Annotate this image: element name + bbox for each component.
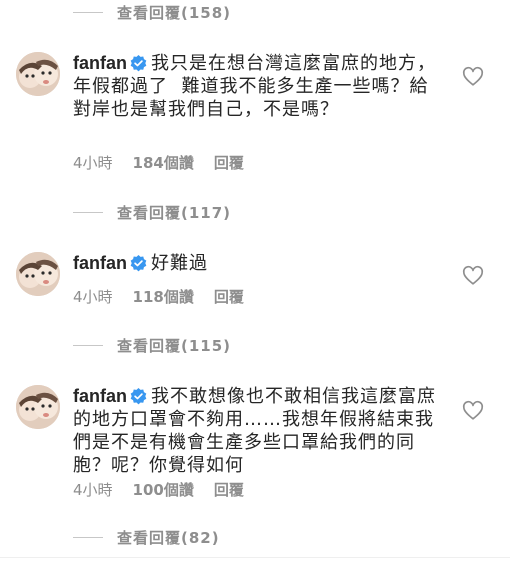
- heart-outline-icon[interactable]: [462, 66, 484, 88]
- comment-text: 我只是在想台灣這麼富庶的地方， 年假都過了 難道我不能多生產一些嗎？給對岸也是幫…: [73, 53, 436, 120]
- heart-outline-icon[interactable]: [462, 400, 484, 422]
- avatar[interactable]: [16, 252, 60, 296]
- view-replies-label[interactable]: 查看回覆(115): [117, 335, 231, 356]
- comment-text: 好難過: [151, 253, 208, 274]
- reply-line-divider: [73, 344, 103, 346]
- heart-outline-icon[interactable]: [462, 265, 484, 287]
- verified-badge-icon: [130, 255, 147, 272]
- comment-content: fanfan 好難過: [73, 252, 445, 275]
- likes-count[interactable]: 118個讚: [133, 286, 194, 307]
- reply-button[interactable]: 回覆: [214, 479, 244, 500]
- view-replies-label[interactable]: 查看回覆(158): [117, 2, 231, 23]
- username[interactable]: fanfan: [73, 253, 127, 273]
- verified-badge-icon: [130, 388, 147, 405]
- comment-meta: 4小時 100個讚 回覆: [73, 479, 264, 500]
- reply-line-divider: [73, 11, 103, 13]
- likes-count[interactable]: 100個讚: [133, 479, 194, 500]
- comment-meta: 4小時 184個讚 回覆: [73, 152, 264, 173]
- comment-timestamp: 4小時: [73, 288, 113, 306]
- comment-content: fanfan 我不敢想像也不敢相信我這麼富庶的地方口罩會不夠用……我想年假將結束我…: [73, 385, 445, 477]
- likes-count[interactable]: 184個讚: [133, 152, 194, 173]
- reply-button[interactable]: 回覆: [214, 152, 244, 173]
- username[interactable]: fanfan: [73, 386, 127, 406]
- verified-badge-icon: [130, 55, 147, 72]
- view-replies-label[interactable]: 查看回覆(82): [117, 527, 220, 548]
- comment-meta: 4小時 118個讚 回覆: [73, 286, 264, 307]
- reply-button[interactable]: 回覆: [214, 286, 244, 307]
- view-replies-2[interactable]: 查看回覆(115): [73, 333, 231, 357]
- comment-content: fanfan 我只是在想台灣這麼富庶的地方， 年假都過了 難道我不能多生產一些嗎？…: [73, 52, 445, 121]
- comment-text: 我不敢想像也不敢相信我這麼富庶的地方口罩會不夠用……我想年假將結束我們是不是有機…: [73, 386, 436, 476]
- avatar[interactable]: [16, 385, 60, 429]
- comment-timestamp: 4小時: [73, 154, 113, 172]
- view-replies-top[interactable]: 查看回覆(158): [73, 0, 231, 24]
- avatar[interactable]: [16, 52, 60, 96]
- username[interactable]: fanfan: [73, 53, 127, 73]
- reply-line-divider: [73, 211, 103, 213]
- view-replies-label[interactable]: 查看回覆(117): [117, 202, 231, 223]
- view-replies-1[interactable]: 查看回覆(117): [73, 200, 231, 224]
- bottom-divider: [0, 557, 510, 558]
- view-replies-3[interactable]: 查看回覆(82): [73, 525, 220, 549]
- comment-timestamp: 4小時: [73, 481, 113, 499]
- reply-line-divider: [73, 536, 103, 538]
